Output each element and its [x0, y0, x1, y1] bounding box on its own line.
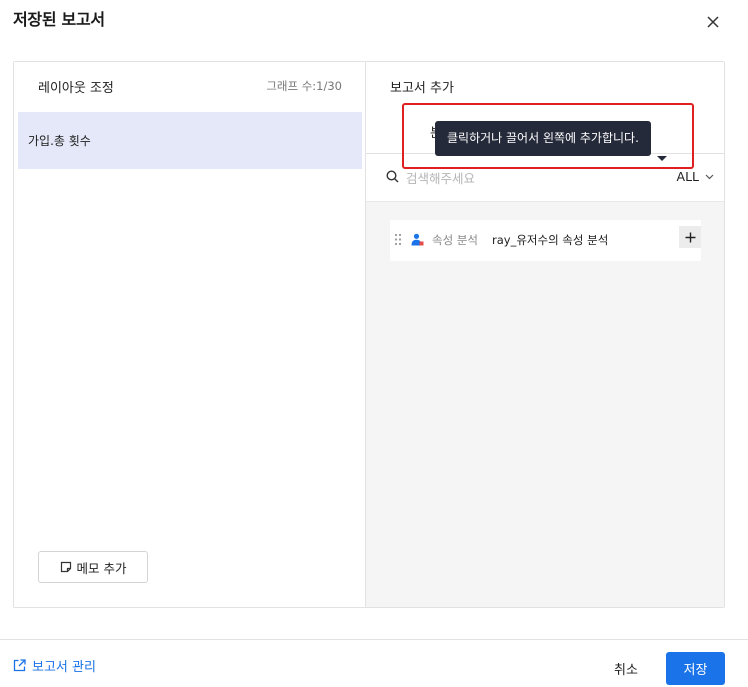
manage-reports-link[interactable]: 보고서 관리	[13, 656, 96, 675]
dialog-title: 저장된 보고서	[13, 10, 105, 29]
type-filter-value: ALL	[676, 169, 699, 184]
footer-divider	[0, 639, 748, 640]
close-button[interactable]	[700, 9, 726, 35]
search-bar: ALL	[366, 154, 724, 202]
report-name-label: ray_유저수의 속성 분석	[492, 233, 609, 247]
layout-panel: 레이아웃 조정 그래프 수:1/30 가입.총 횟수 메모 추가	[14, 62, 366, 607]
layout-item-label: 가입.총 횟수	[28, 134, 91, 148]
chevron-down-icon	[705, 174, 714, 179]
add-memo-label: 메모 추가	[76, 560, 127, 576]
layout-item[interactable]: 가입.총 횟수	[18, 112, 362, 169]
add-report-button[interactable]	[679, 226, 701, 248]
cancel-button[interactable]: 취소	[603, 652, 649, 684]
person-icon	[411, 233, 424, 246]
report-type-label: 속성 분석	[432, 233, 478, 247]
plus-icon	[685, 232, 695, 242]
tooltip-text: 클릭하거나 끌어서 왼쪽에 추가합니다.	[447, 131, 639, 145]
add-hint-tooltip: 클릭하거나 끌어서 왼쪽에 추가합니다.	[435, 121, 667, 161]
type-filter-select[interactable]: ALL	[677, 169, 714, 184]
memo-icon	[60, 561, 71, 573]
search-input[interactable]	[406, 167, 646, 189]
search-icon	[386, 170, 399, 183]
layout-title: 레이아웃 조정	[38, 81, 114, 96]
save-button[interactable]: 저장	[666, 652, 725, 685]
layout-header: 레이아웃 조정 그래프 수:1/30	[14, 62, 366, 108]
tooltip-arrow	[657, 156, 667, 161]
drag-handle-icon[interactable]	[394, 233, 402, 246]
external-link-icon	[13, 659, 26, 672]
graph-count: 그래프 수:1/30	[266, 79, 342, 93]
report-list-item[interactable]: 속성 분석 ray_유저수의 속성 분석	[390, 220, 701, 261]
close-icon	[707, 16, 719, 28]
add-report-title: 보고서 추가	[390, 81, 454, 96]
add-memo-button[interactable]: 메모 추가	[38, 551, 148, 583]
manage-reports-label: 보고서 관리	[32, 660, 96, 675]
